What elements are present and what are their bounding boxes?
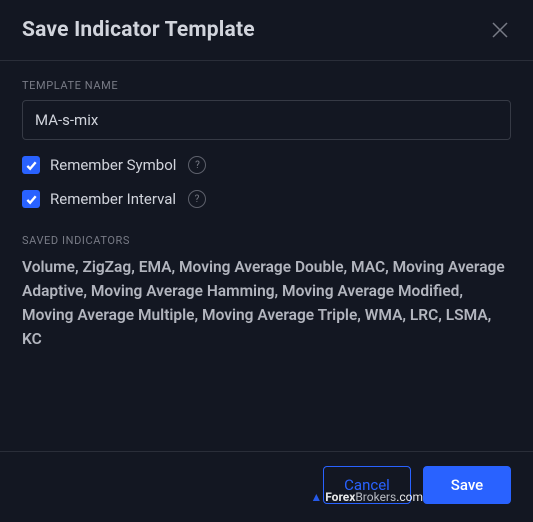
template-name-label: TEMPLATE NAME: [22, 79, 511, 92]
dialog-body: TEMPLATE NAME Remember Symbol ? Remember…: [0, 61, 533, 451]
remember-symbol-row: Remember Symbol ?: [22, 156, 511, 174]
template-name-input[interactable]: [22, 100, 511, 140]
saved-indicators-label: SAVED INDICATORS: [22, 234, 511, 247]
dialog-footer: Cancel Save: [0, 451, 533, 522]
save-button[interactable]: Save: [423, 466, 511, 504]
dialog-title: Save Indicator Template: [22, 18, 255, 42]
save-template-dialog: Save Indicator Template TEMPLATE NAME Re…: [0, 0, 533, 522]
saved-indicators-section: SAVED INDICATORS Volume, ZigZag, EMA, Mo…: [22, 234, 511, 351]
cancel-button[interactable]: Cancel: [323, 466, 411, 504]
help-icon[interactable]: ?: [188, 156, 206, 174]
close-icon[interactable]: [489, 19, 511, 41]
remember-symbol-checkbox[interactable]: [22, 156, 40, 174]
dialog-header: Save Indicator Template: [0, 0, 533, 61]
remember-symbol-label: Remember Symbol: [50, 156, 176, 174]
remember-interval-row: Remember Interval ?: [22, 190, 511, 208]
help-icon[interactable]: ?: [188, 190, 206, 208]
remember-interval-label: Remember Interval: [50, 190, 176, 208]
remember-interval-checkbox[interactable]: [22, 190, 40, 208]
saved-indicators-list: Volume, ZigZag, EMA, Moving Average Doub…: [22, 255, 511, 351]
